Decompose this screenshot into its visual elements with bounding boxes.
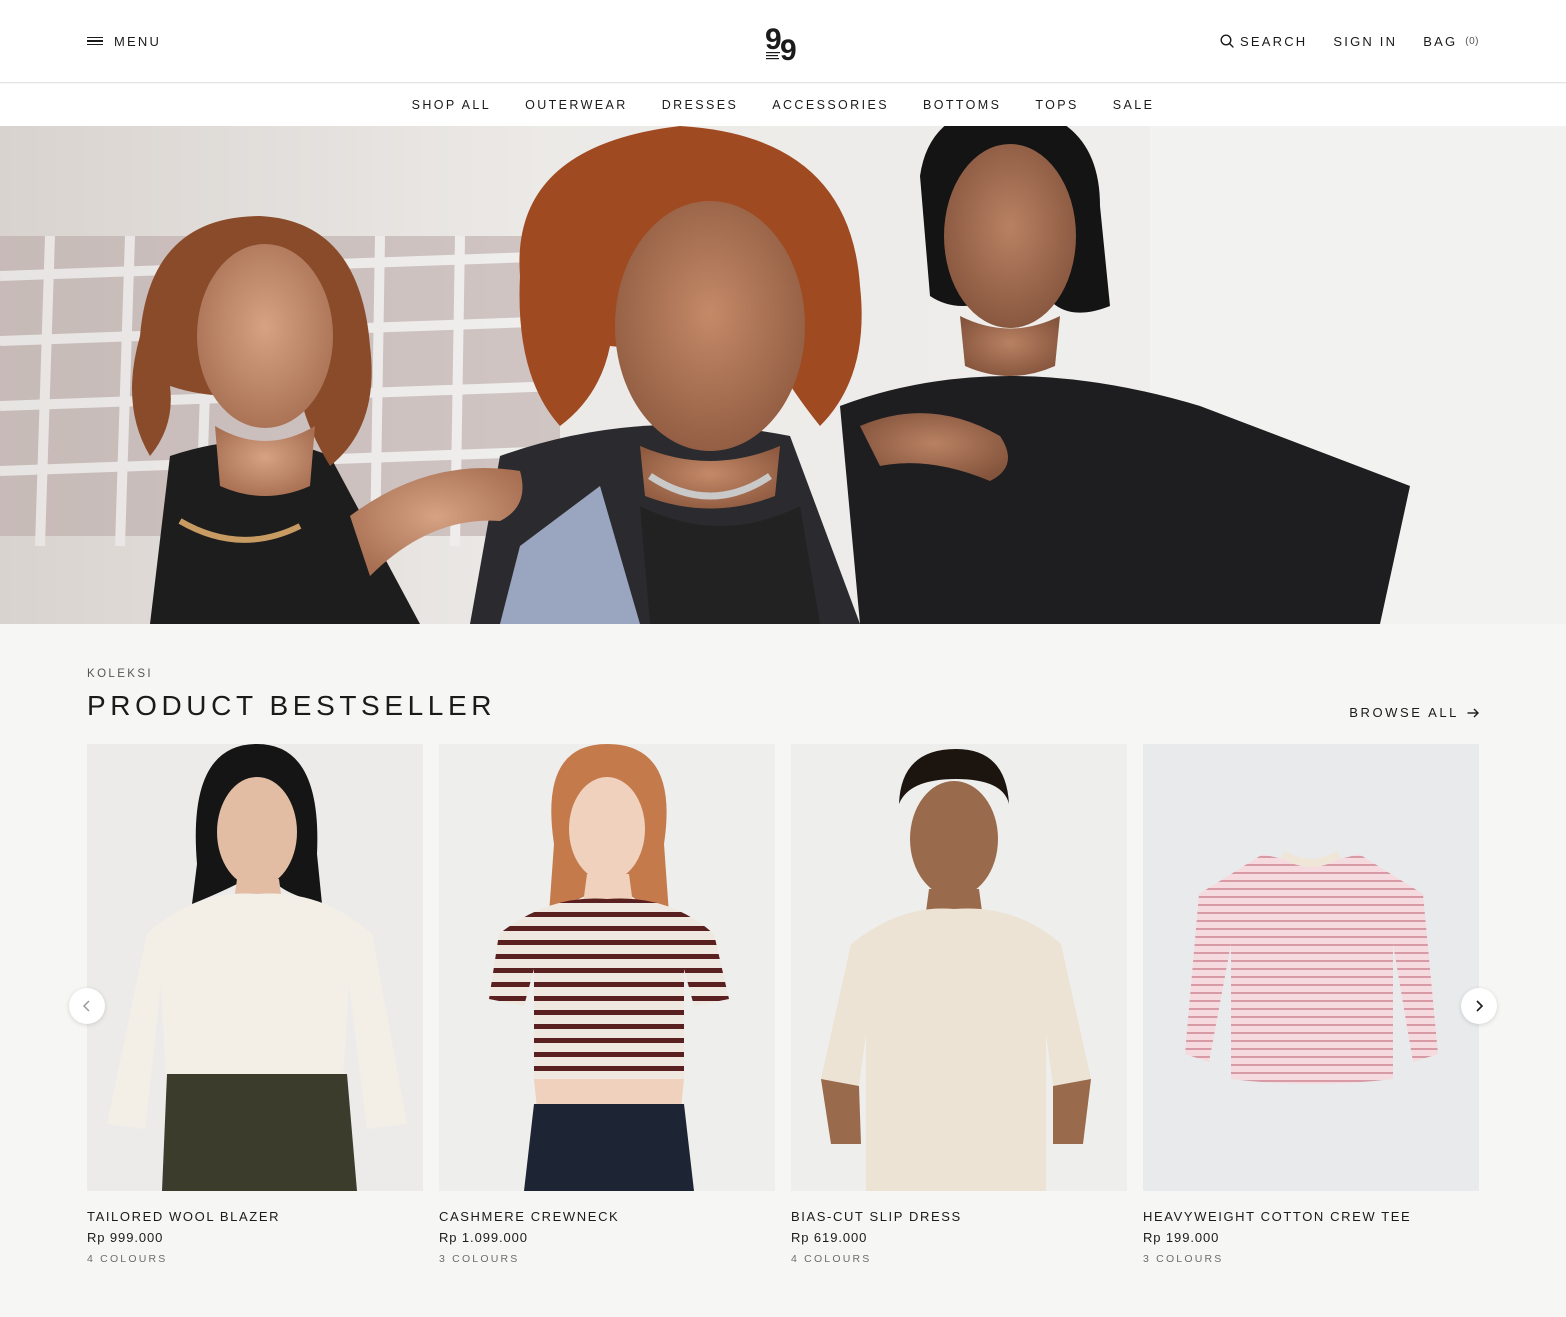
hero-banner[interactable] <box>0 126 1566 624</box>
browse-all-link[interactable]: BROWSE ALL <box>1349 705 1479 720</box>
product-colours: 4 COLOURS <box>791 1253 872 1265</box>
product-name: CASHMERE CREWNECK <box>439 1209 620 1224</box>
product-image <box>87 744 423 1191</box>
product-image <box>791 744 1127 1191</box>
bag-label: BAG <box>1423 33 1458 49</box>
product-card[interactable]: HEAVYWEIGHT COTTON CREW TEE Rp 199.000 3… <box>1143 744 1479 1265</box>
hero-image <box>0 126 1566 624</box>
product-name: HEAVYWEIGHT COTTON CREW TEE <box>1143 1209 1412 1224</box>
brand-logo[interactable]: 9 9 <box>762 20 804 67</box>
chevron-right-icon <box>1476 1000 1484 1012</box>
section-title: PRODUCT BESTSELLER <box>87 690 497 721</box>
bag-link[interactable]: BAG (0) <box>1423 34 1479 49</box>
product-price: Rp 999.000 <box>87 1230 164 1245</box>
carousel-prev-button[interactable] <box>69 988 105 1024</box>
sign-in-label: SIGN IN <box>1333 33 1398 49</box>
product-image <box>1143 744 1479 1191</box>
product-card[interactable]: TAILORED WOOL BLAZER Rp 999.000 4 COLOUR… <box>87 744 423 1265</box>
browse-all-label: BROWSE ALL <box>1349 705 1459 720</box>
nav-item-dresses[interactable]: DRESSES <box>662 98 739 112</box>
nav-item-sale[interactable]: SALE <box>1113 98 1155 112</box>
nav-item-tops[interactable]: TOPS <box>1035 98 1078 112</box>
nav-item-bottoms[interactable]: BOTTOMS <box>923 98 1001 112</box>
search-button[interactable]: SEARCH <box>1220 34 1307 49</box>
section-eyebrow: KOLEKSI <box>87 668 154 680</box>
nav-item-shop-all[interactable]: SHOP ALL <box>412 98 491 112</box>
svg-text:9: 9 <box>780 34 797 64</box>
product-colours: 3 COLOURS <box>1143 1253 1224 1265</box>
search-icon <box>1220 34 1234 48</box>
header-actions: SEARCH SIGN IN BAG (0) <box>1220 31 1479 51</box>
site-header: MENU 9 9 SEARCH SIGN IN BAG (0) <box>0 0 1566 83</box>
product-image <box>439 744 775 1191</box>
sign-in-link[interactable]: SIGN IN <box>1333 34 1397 49</box>
product-card[interactable]: CASHMERE CREWNECK Rp 1.099.000 3 COLOURS <box>439 744 775 1265</box>
product-price: Rp 619.000 <box>791 1230 868 1245</box>
menu-label: MENU <box>114 33 162 49</box>
product-carousel: TAILORED WOOL BLAZER Rp 999.000 4 COLOUR… <box>87 744 1479 1284</box>
product-card[interactable]: BIAS-CUT SLIP DRESS Rp 619.000 4 COLOURS <box>791 744 1127 1265</box>
arrow-right-icon <box>1467 708 1479 717</box>
product-price: Rp 1.099.000 <box>439 1230 528 1245</box>
chevron-left-icon <box>82 1000 90 1012</box>
product-name: TAILORED WOOL BLAZER <box>87 1209 281 1224</box>
search-label: SEARCH <box>1240 33 1308 49</box>
carousel-next-button[interactable] <box>1461 988 1497 1024</box>
menu-button[interactable]: MENU <box>87 31 161 51</box>
nav-item-outerwear[interactable]: OUTERWEAR <box>525 98 628 112</box>
product-price: Rp 199.000 <box>1143 1230 1220 1245</box>
nav-item-accessories[interactable]: ACCESSORIES <box>772 98 889 112</box>
category-nav: SHOP ALL OUTERWEAR DRESSES ACCESSORIES B… <box>0 84 1566 126</box>
hamburger-icon <box>87 37 103 45</box>
product-colours: 4 COLOURS <box>87 1253 168 1265</box>
bag-count: (0) <box>1465 35 1479 47</box>
product-name: BIAS-CUT SLIP DRESS <box>791 1209 962 1224</box>
product-colours: 3 COLOURS <box>439 1253 520 1265</box>
